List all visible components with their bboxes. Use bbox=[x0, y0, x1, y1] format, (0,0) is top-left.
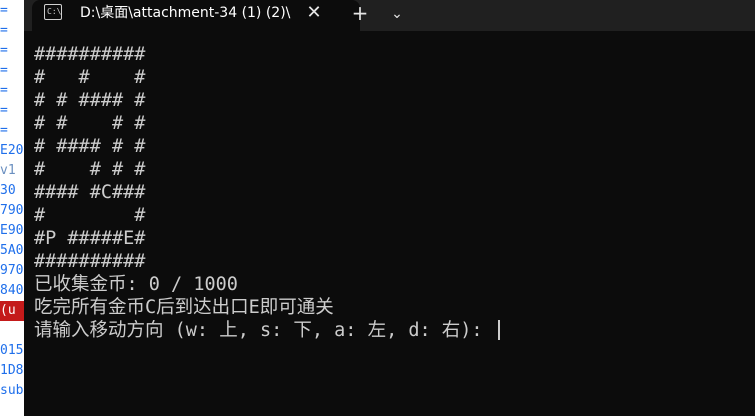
maze-row: # # # bbox=[34, 67, 146, 88]
maze-row: ########## bbox=[34, 44, 146, 65]
close-tab-icon[interactable]: ✕ bbox=[302, 2, 326, 24]
gutter-line: E20 bbox=[0, 143, 24, 158]
gutter-line: 840 bbox=[0, 283, 24, 298]
gutter-line: 1D8 bbox=[0, 363, 24, 378]
console-line: 请输入移动方向 (w: 上, s: 下, a: 左, d: 右): bbox=[34, 319, 755, 342]
gutter-line: = bbox=[0, 83, 8, 98]
gutter-line: (u bbox=[0, 301, 24, 321]
gutter-line: 30 bbox=[0, 183, 16, 198]
console-output[interactable]: ########## # # # # # #### # # # # # # #### #… bbox=[34, 43, 755, 416]
chevron-down-icon[interactable]: ⌄ bbox=[384, 3, 410, 25]
gutter-line: = bbox=[0, 23, 8, 38]
new-tab-button[interactable]: + bbox=[346, 1, 374, 25]
gutter-line: = bbox=[0, 3, 8, 18]
maze-row: # # #### # bbox=[34, 90, 146, 111]
gutter-line: = bbox=[0, 103, 8, 118]
maze-row: #P #####E# bbox=[34, 228, 146, 249]
gutter-line bbox=[0, 321, 24, 341]
maze-row: #### #C### bbox=[34, 182, 146, 203]
console-line: 已收集金币: 0 / 1000 bbox=[34, 274, 238, 295]
gutter-line: 015 bbox=[0, 343, 24, 358]
gutter-line: 970 bbox=[0, 263, 24, 278]
terminal-icon: C:\ bbox=[44, 4, 62, 20]
gutter-line: = bbox=[0, 123, 8, 138]
gutter-line: sub bbox=[0, 383, 24, 398]
terminal-tab-bar: C:\ D:\桌面\attachment-34 (1) (2)\ ✕ + ⌄ bbox=[24, 0, 755, 31]
tab-title: D:\桌面\attachment-34 (1) (2)\ bbox=[80, 5, 291, 21]
gutter-line: = bbox=[0, 63, 8, 78]
maze-row: # # bbox=[34, 205, 146, 226]
gutter-line: v1 bbox=[0, 163, 16, 178]
maze-row: # #### # # bbox=[34, 136, 146, 157]
gutter-line: 5A0 bbox=[0, 243, 24, 258]
gutter-line: E90 bbox=[0, 223, 24, 238]
maze-row: # # # # bbox=[34, 113, 146, 134]
text-cursor bbox=[497, 320, 500, 340]
maze-row: # # # # bbox=[34, 159, 146, 180]
editor-gutter-strip: = = = = = = = E20 v1 30 790 E90 5A0 970 840 (u 015 1D8 sub bbox=[0, 0, 24, 416]
maze-row: ########## bbox=[34, 251, 146, 272]
gutter-line: = bbox=[0, 43, 8, 58]
gutter-line: 790 bbox=[0, 203, 24, 218]
terminal-tab[interactable]: C:\ D:\桌面\attachment-34 (1) (2)\ ✕ bbox=[32, 0, 360, 31]
console-line: 吃完所有金币C后到达出口E即可通关 bbox=[34, 297, 334, 318]
